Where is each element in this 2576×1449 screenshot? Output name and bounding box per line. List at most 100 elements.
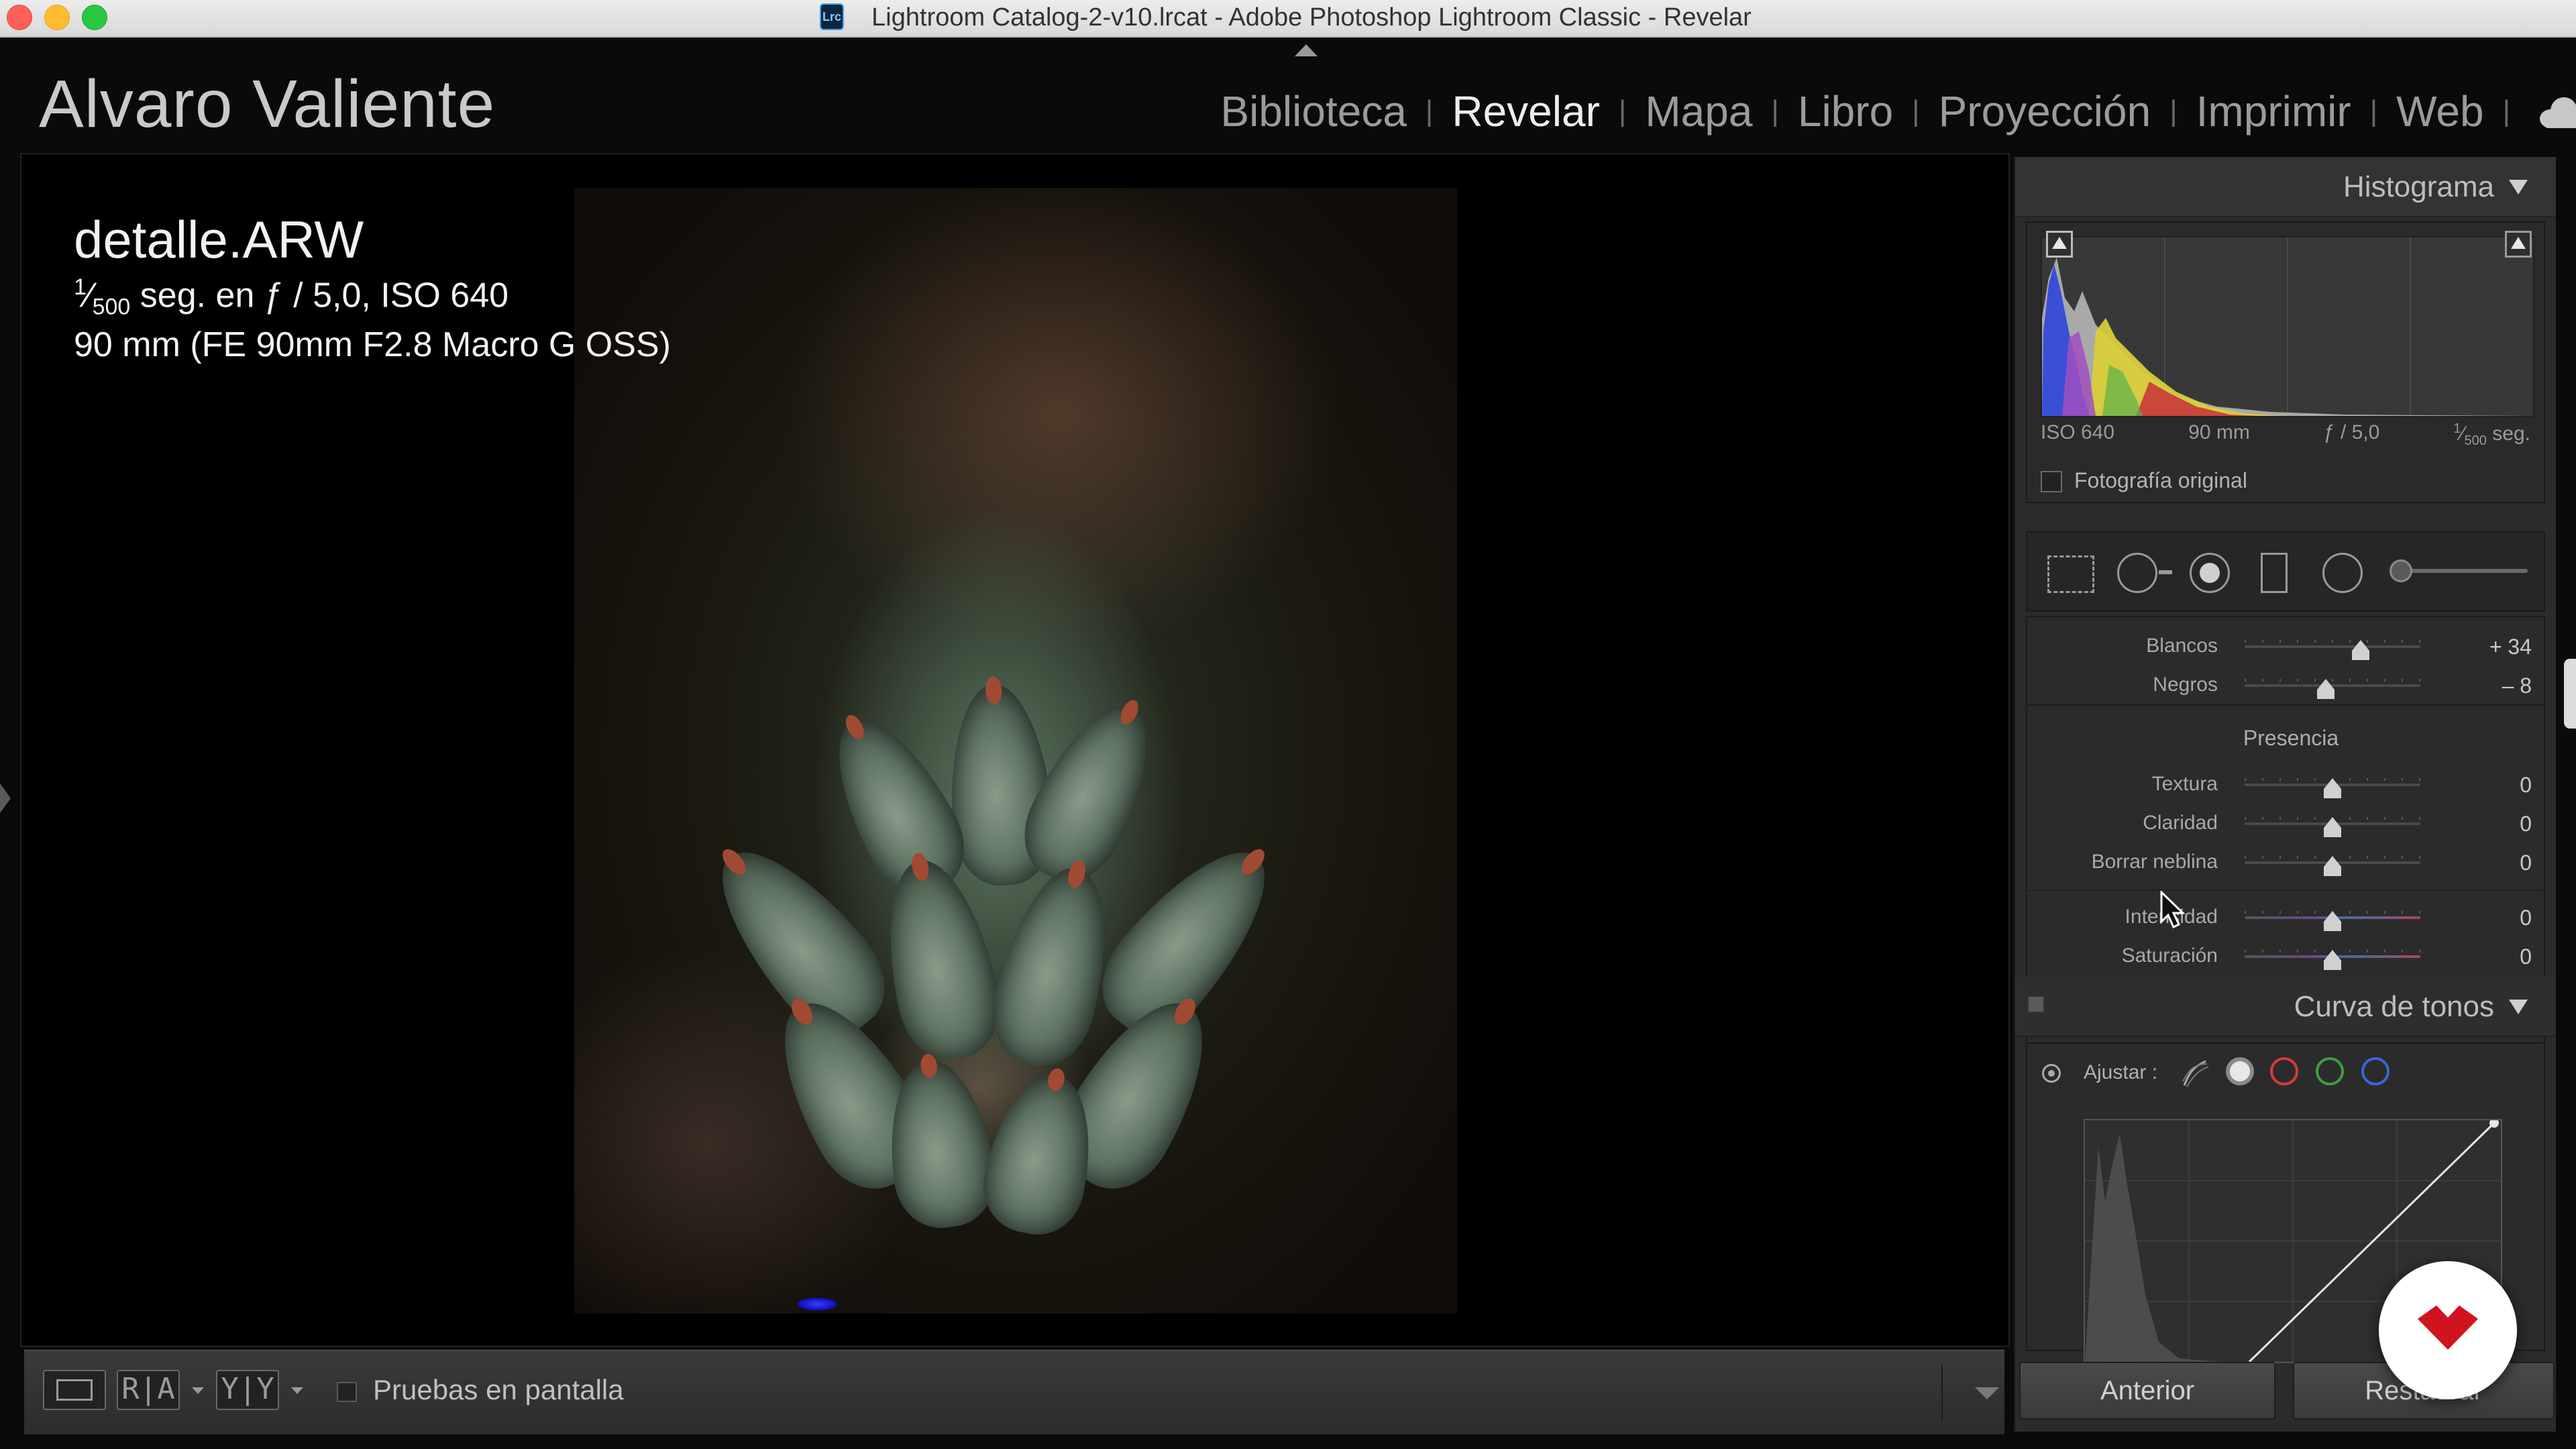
vibrance-thumb[interactable] (2324, 911, 2341, 931)
window-title: Lightroom Catalog-2-v10.lrcat - Adobe Ph… (871, 3, 1752, 32)
red-channel-button[interactable] (2270, 1057, 2298, 1085)
module-web[interactable]: Web (2377, 87, 2502, 136)
histogram-title: Histograma (2343, 170, 2494, 203)
tone-curve-header[interactable]: Curva de tonos (2015, 977, 2556, 1037)
module-libro[interactable]: Libro (1779, 87, 1912, 136)
whites-thumb[interactable] (2351, 640, 2369, 660)
whites-label: Blancos (2146, 635, 2218, 657)
vibrance-slider-row[interactable]: Intensidad 0 (2027, 899, 2544, 936)
soft-proofing-checkbox[interactable] (337, 1382, 357, 1402)
right-panel-scrollbar-tab[interactable] (2564, 659, 2576, 729)
tone-curve-toggle-switch[interactable] (2027, 996, 2045, 1013)
shutter-num: 1 (2453, 421, 2461, 436)
red-eye-icon[interactable] (2190, 553, 2230, 593)
shutter-denominator: 500 (92, 294, 131, 320)
cloud-sync-icon[interactable] (2536, 95, 2576, 128)
shadow-clipping-button[interactable] (2046, 231, 2073, 258)
blacks-slider-row[interactable]: Negros – 8 (2027, 667, 2544, 704)
clarity-value[interactable]: 0 (2520, 812, 2532, 837)
histogram-panel: ISO 640 90 mm ƒ / 5,0 1⁄500 seg. Fotogra… (2026, 221, 2545, 503)
module-revelar[interactable]: Revelar (1433, 87, 1619, 136)
left-panel-toggle-arrow-icon[interactable] (0, 784, 11, 813)
dehaze-thumb[interactable] (2324, 856, 2341, 876)
iso-value: ISO 640 (2041, 421, 2115, 443)
presence-title: Presencia (2243, 726, 2339, 750)
module-separator: | (1771, 95, 1779, 127)
adjustment-brush-slider[interactable] (2394, 569, 2528, 573)
lightroom-app-icon: Lrc (820, 3, 844, 30)
loupe-view-button[interactable] (43, 1370, 106, 1410)
shutter-suffix: seg. (2486, 423, 2530, 445)
clipping-indicator-spot (796, 1297, 839, 1311)
succulent-leaf (980, 856, 1128, 1076)
section-divider (2027, 704, 2544, 706)
graduated-filter-icon[interactable] (2261, 553, 2288, 593)
module-separator: | (2369, 95, 2378, 127)
aperture-value: ƒ / 5,0 (2323, 421, 2380, 443)
module-imprimir[interactable]: Imprimir (2178, 87, 2370, 136)
collapse-triangle-icon[interactable] (2509, 180, 2528, 195)
histogram-chart (2042, 237, 2533, 416)
texture-thumb[interactable] (2324, 778, 2341, 798)
targeted-adjustment-icon[interactable] (2042, 1064, 2061, 1083)
spot-removal-icon[interactable] (2117, 553, 2157, 593)
histogram-graph[interactable] (2041, 236, 2534, 417)
adjustment-brush-icon[interactable] (2390, 559, 2412, 582)
blue-channel-button[interactable] (2361, 1057, 2390, 1085)
saturation-slider-row[interactable]: Saturación 0 (2027, 938, 2544, 975)
toolbar-content-menu-icon[interactable] (1975, 1387, 1999, 1399)
tool-strip (2026, 531, 2545, 612)
dehaze-value[interactable]: 0 (2520, 851, 2532, 875)
slider-ticks (2245, 640, 2420, 643)
saturation-value[interactable]: 0 (2520, 945, 2532, 969)
parametric-curve-icon[interactable] (2180, 1059, 2210, 1088)
shutter-numerator: 1 (74, 274, 87, 300)
original-photo-checkbox[interactable] (2041, 471, 2062, 492)
radial-filter-icon[interactable] (2322, 553, 2363, 593)
green-channel-button[interactable] (2316, 1057, 2344, 1085)
saturation-label: Saturación (2121, 945, 2218, 967)
collapse-triangle-icon[interactable] (2509, 1000, 2528, 1014)
module-separator: | (2502, 95, 2510, 127)
focal-length-value: 90 mm (2188, 421, 2250, 443)
soft-proofing-label[interactable]: Pruebas en pantalla (373, 1374, 624, 1406)
clarity-label: Claridad (2143, 812, 2218, 834)
module-mapa[interactable]: Mapa (1626, 87, 1771, 136)
top-panel-toggle-arrow-icon[interactable] (1295, 44, 1318, 56)
before-after-left-right-button[interactable]: R|A (117, 1370, 180, 1410)
point-curve-white-channel[interactable] (2226, 1057, 2254, 1085)
lens-info: 90 mm (FE 90mm F2.8 Macro G OSS) (74, 325, 671, 364)
module-biblioteca[interactable]: Biblioteca (1201, 87, 1426, 136)
histogram-info: ISO 640 90 mm ƒ / 5,0 1⁄500 seg. (2041, 421, 2530, 449)
swap-dropdown-icon[interactable] (291, 1387, 303, 1394)
previous-button[interactable]: Anterior (2019, 1362, 2275, 1419)
tone-curve-title: Curva de tonos (2294, 990, 2494, 1023)
before-after-swap-button[interactable]: Y|Y (216, 1370, 279, 1410)
crop-overlay-icon[interactable] (2047, 555, 2094, 593)
histogram-header[interactable]: Histograma (2015, 157, 2556, 217)
window-title-bar: Lightroom Catalog-2-v10.lrcat - Adobe Ph… (0, 0, 2576, 38)
module-separator: | (1618, 95, 1627, 127)
blacks-value[interactable]: – 8 (2502, 674, 2532, 698)
file-name: detalle.ARW (74, 210, 364, 269)
exposure-details: seg. en ƒ / 5,0, ISO 640 (130, 276, 509, 315)
photo-preview[interactable] (574, 188, 1457, 1313)
texture-slider-row[interactable]: Textura 0 (2027, 766, 2544, 804)
texture-value[interactable]: 0 (2520, 773, 2532, 798)
module-proyeccion[interactable]: Proyección (1920, 87, 2170, 136)
vibrance-value[interactable]: 0 (2520, 906, 2532, 930)
blacks-label: Negros (2153, 674, 2218, 696)
before-after-dropdown-icon[interactable] (192, 1387, 204, 1394)
clarity-slider-row[interactable]: Claridad 0 (2027, 805, 2544, 843)
module-separator: | (1425, 95, 1434, 127)
whites-value[interactable]: + 34 (2489, 635, 2532, 659)
saturation-thumb[interactable] (2324, 950, 2341, 970)
whites-slider-row[interactable]: Blancos + 34 (2027, 628, 2544, 665)
whites-track[interactable] (2245, 645, 2420, 648)
identity-plate: Alvaro Valiente (39, 66, 496, 142)
dehaze-slider-row[interactable]: Borrar neblina 0 (2027, 844, 2544, 881)
highlight-clipping-button[interactable] (2505, 231, 2532, 258)
clarity-thumb[interactable] (2324, 817, 2341, 837)
original-photo-label[interactable]: Fotografía original (2074, 468, 2247, 493)
blacks-thumb[interactable] (2316, 679, 2334, 699)
